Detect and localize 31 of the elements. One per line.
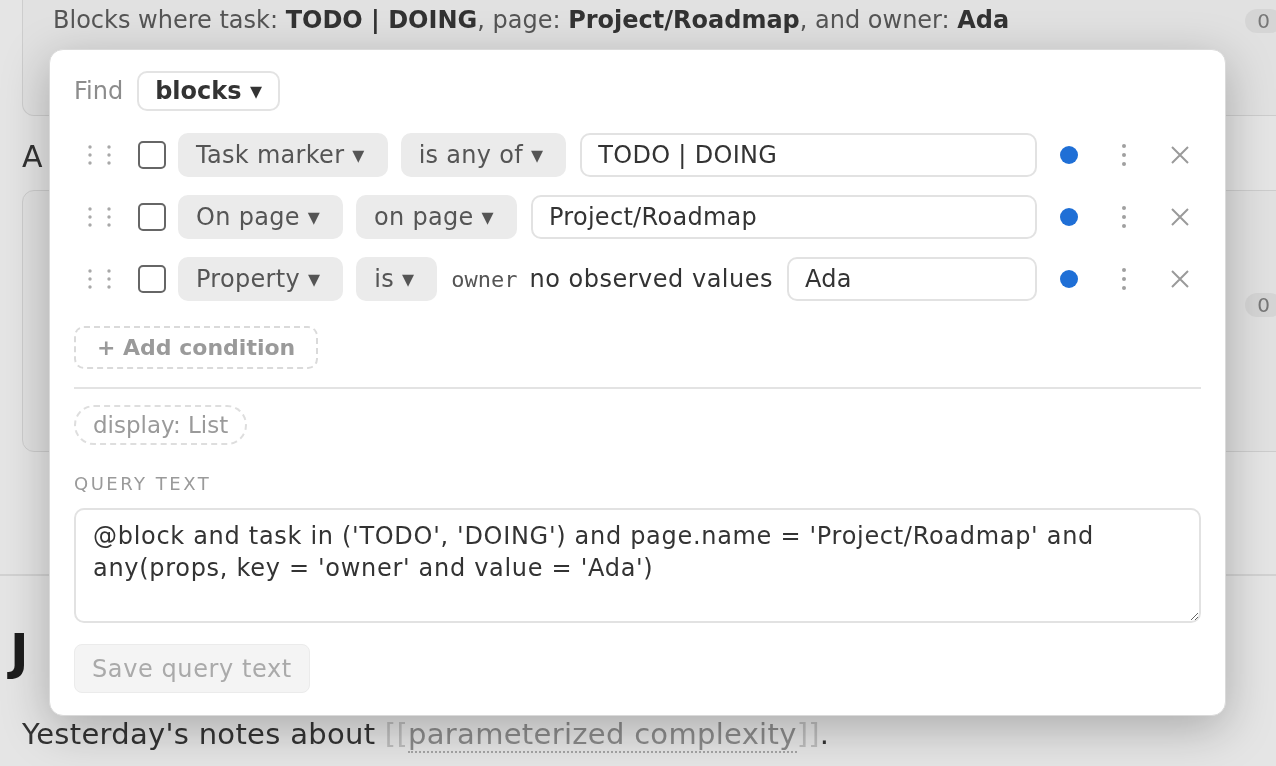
operator-select[interactable]: on page ▾ bbox=[356, 195, 517, 239]
drag-handle-icon[interactable] bbox=[88, 207, 111, 227]
property-hint: no observed values bbox=[529, 265, 773, 293]
value-input[interactable]: Ada bbox=[787, 257, 1037, 301]
find-target-select[interactable]: blocks ▾ bbox=[137, 71, 280, 111]
close-icon[interactable] bbox=[1171, 208, 1189, 226]
close-icon[interactable] bbox=[1171, 146, 1189, 164]
field-select[interactable]: Task marker ▾ bbox=[178, 133, 388, 177]
operator-select[interactable]: is any of ▾ bbox=[400, 133, 567, 177]
value-input[interactable]: Project/Roadmap bbox=[530, 195, 1037, 239]
more-icon[interactable] bbox=[1121, 205, 1127, 229]
more-icon[interactable] bbox=[1121, 143, 1127, 167]
field-select[interactable]: Property ▾ bbox=[178, 257, 344, 301]
result-count: 0 bbox=[1245, 9, 1276, 33]
checkbox[interactable] bbox=[138, 265, 166, 293]
find-label: Find bbox=[74, 77, 124, 105]
section-heading: A bbox=[22, 139, 43, 175]
query-textarea[interactable]: @block and task in ('TODO', 'DOING') and page.name = 'Project/Roadmap' and any(props, key = 'owner' and value = 'Ada') bbox=[74, 508, 1201, 623]
value-input[interactable]: TODO | DOING bbox=[580, 133, 1037, 177]
query-text-label: QUERY TEXT bbox=[74, 474, 212, 494]
drag-handle-icon[interactable] bbox=[88, 145, 111, 165]
property-key: owner bbox=[451, 266, 518, 292]
query-summary: Blocks where task: TODO | DOING, page: Project/Roadmap, and owner: Ada bbox=[53, 5, 1010, 36]
checkbox[interactable] bbox=[138, 203, 166, 231]
checkbox[interactable] bbox=[138, 141, 166, 169]
close-icon[interactable] bbox=[1171, 270, 1189, 288]
field-select[interactable]: On page ▾ bbox=[178, 195, 344, 239]
operator-select[interactable]: is ▾ bbox=[356, 257, 438, 301]
drag-handle-icon[interactable] bbox=[88, 269, 111, 289]
result-count: 0 bbox=[1245, 293, 1276, 317]
more-icon[interactable] bbox=[1121, 267, 1127, 291]
